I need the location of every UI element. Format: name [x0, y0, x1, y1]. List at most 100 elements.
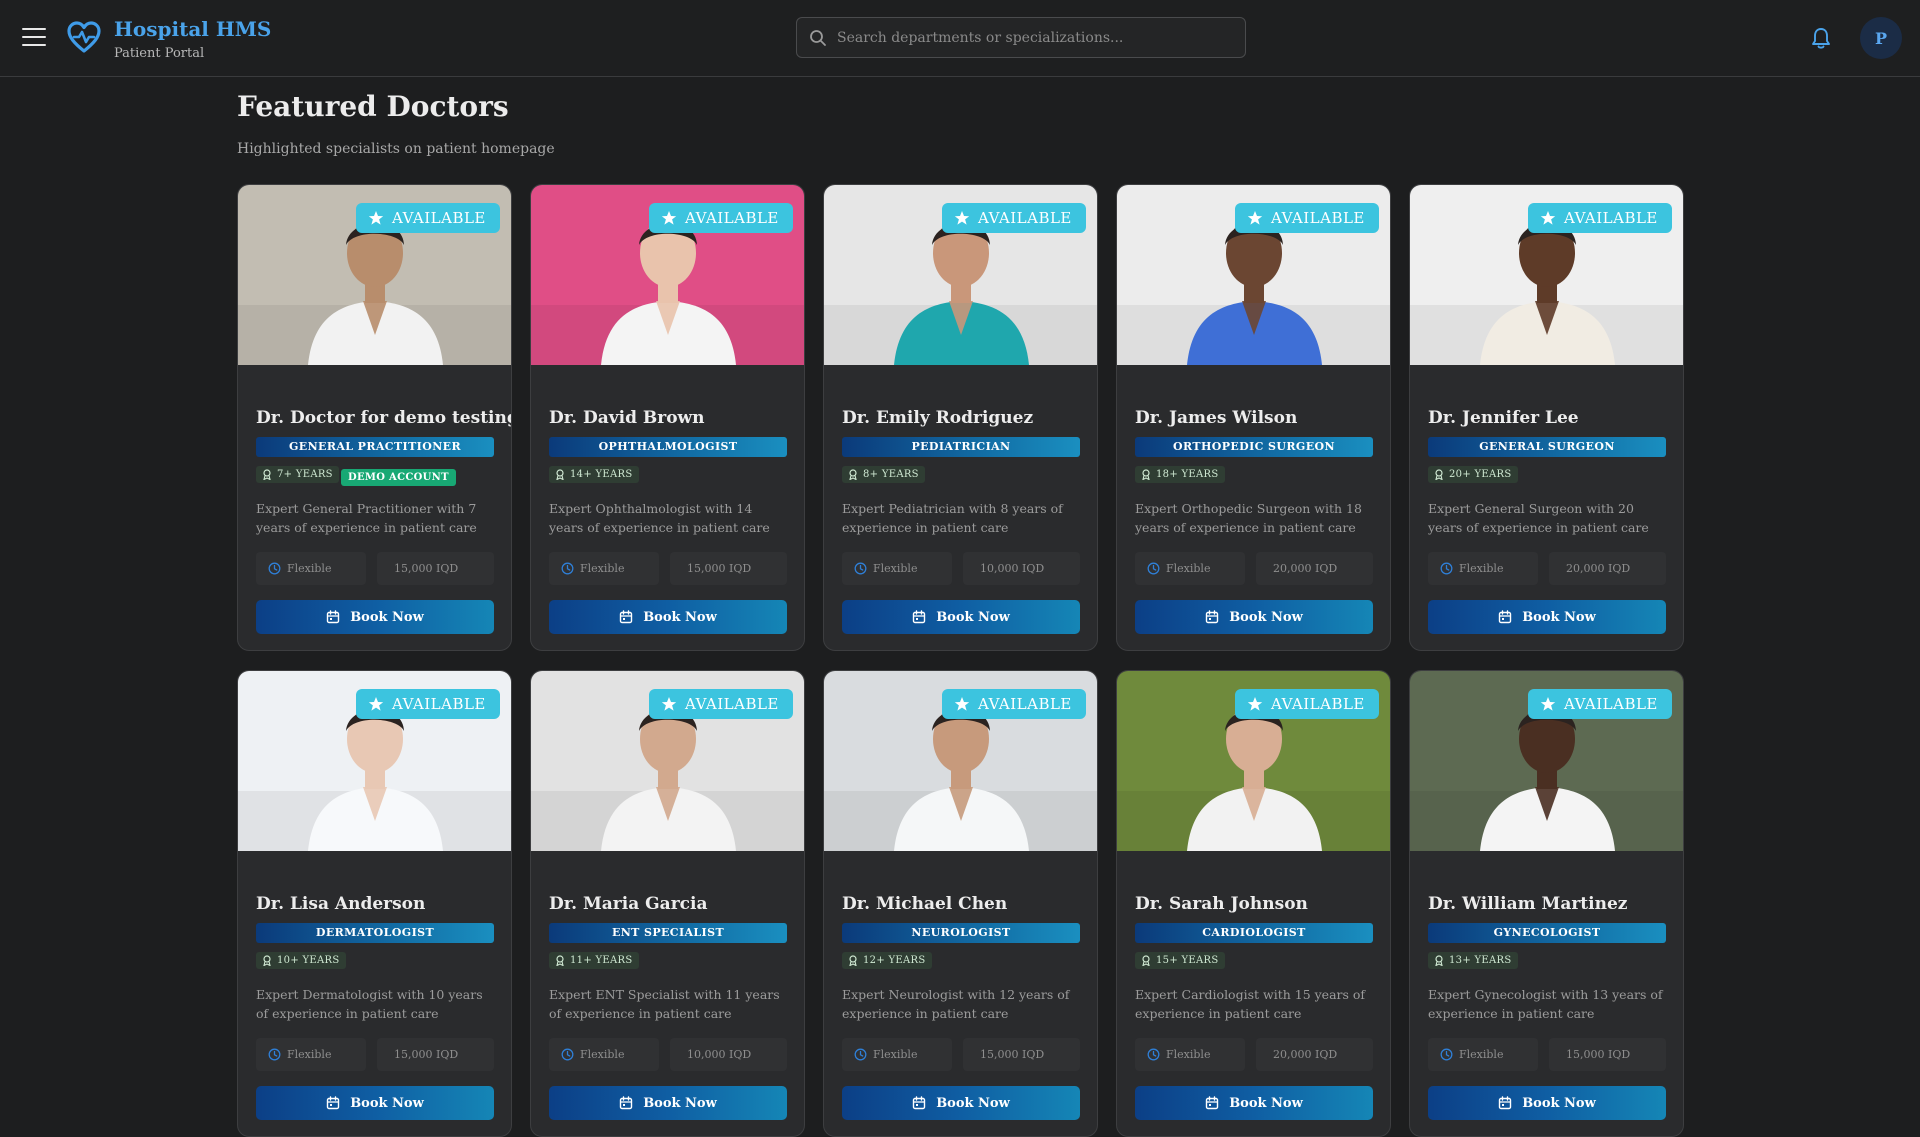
book-now-button[interactable]: Book Now [1428, 600, 1666, 634]
book-now-button[interactable]: Book Now [842, 1086, 1080, 1120]
award-icon [849, 955, 857, 966]
book-now-button[interactable]: Book Now [256, 600, 494, 634]
doctor-card[interactable]: AVAILABLE Dr. David Brown OPHTHALMOLOGIS… [530, 184, 805, 651]
clock-icon [854, 562, 867, 575]
top-bar: Hospital HMS Patient Portal P [0, 0, 1920, 77]
star-icon [954, 697, 970, 711]
doctor-card[interactable]: AVAILABLE Dr. Doctor for demo testing GE… [237, 184, 512, 651]
book-now-button[interactable]: Book Now [549, 600, 787, 634]
available-label: AVAILABLE [1271, 209, 1365, 227]
experience-text: 14+ YEARS [570, 469, 633, 480]
specialty-badge: NEUROLOGIST [842, 923, 1080, 943]
schedule-chip: Flexible [842, 1038, 952, 1071]
available-badge: AVAILABLE [356, 689, 500, 719]
doctor-name: Dr. Doctor for demo testing [256, 408, 512, 428]
book-now-label: Book Now [1522, 609, 1596, 625]
schedule-text: Flexible [1459, 562, 1504, 575]
doctor-description: Expert ENT Specialist with 11 years of e… [549, 987, 780, 1021]
book-now-button[interactable]: Book Now [549, 1086, 787, 1120]
doctor-name: Dr. Michael Chen [842, 894, 1008, 914]
calendar-icon [619, 1096, 633, 1110]
experience-badge: 15+ YEARS [1135, 952, 1225, 969]
available-badge: AVAILABLE [1235, 203, 1379, 233]
schedule-chip: Flexible [1135, 1038, 1245, 1071]
book-now-label: Book Now [350, 1095, 424, 1111]
award-icon [263, 955, 271, 966]
schedule-chip: Flexible [842, 552, 952, 585]
available-label: AVAILABLE [685, 695, 779, 713]
doctor-card[interactable]: AVAILABLE Dr. Emily Rodriguez PEDIATRICI… [823, 184, 1098, 651]
schedule-chip: Flexible [549, 1038, 659, 1071]
schedule-text: Flexible [287, 1048, 332, 1061]
schedule-chip: Flexible [1135, 552, 1245, 585]
fee-text: 20,000 IQD [1273, 1048, 1338, 1061]
fee-chip: 15,000 IQD [377, 1038, 494, 1071]
book-now-label: Book Now [1522, 1095, 1596, 1111]
specialty-badge: GENERAL PRACTITIONER [256, 437, 494, 457]
available-badge: AVAILABLE [649, 689, 793, 719]
clock-icon [854, 1048, 867, 1061]
user-avatar[interactable]: P [1860, 17, 1902, 59]
available-label: AVAILABLE [1564, 209, 1658, 227]
available-badge: AVAILABLE [1528, 689, 1672, 719]
experience-badge: 11+ YEARS [549, 952, 639, 969]
schedule-chip: Flexible [256, 552, 366, 585]
schedule-text: Flexible [1166, 1048, 1211, 1061]
schedule-text: Flexible [580, 562, 625, 575]
specialty-badge: GENERAL SURGEON [1428, 437, 1666, 457]
specialty-badge: ORTHOPEDIC SURGEON [1135, 437, 1373, 457]
book-now-button[interactable]: Book Now [1135, 600, 1373, 634]
schedule-chip: Flexible [256, 1038, 366, 1071]
award-icon [1142, 955, 1150, 966]
search-input[interactable] [837, 18, 1237, 57]
star-icon [1247, 211, 1263, 225]
experience-badge: 7+ YEARS [256, 466, 339, 483]
experience-badge: 20+ YEARS [1428, 466, 1518, 483]
clock-icon [1147, 562, 1160, 575]
fee-text: 15,000 IQD [1566, 1048, 1631, 1061]
available-label: AVAILABLE [1564, 695, 1658, 713]
doctor-name: Dr. Sarah Johnson [1135, 894, 1308, 914]
clock-icon [561, 1048, 574, 1061]
fee-text: 15,000 IQD [394, 1048, 459, 1061]
demo-account-badge: DEMO ACCOUNT [341, 469, 456, 486]
brand-title[interactable]: Hospital HMS [114, 17, 271, 41]
menu-icon[interactable] [22, 28, 46, 48]
available-label: AVAILABLE [1271, 695, 1365, 713]
book-now-button[interactable]: Book Now [842, 600, 1080, 634]
clock-icon [268, 1048, 281, 1061]
schedule-text: Flexible [1459, 1048, 1504, 1061]
star-icon [1247, 697, 1263, 711]
doctor-card[interactable]: AVAILABLE Dr. Jennifer Lee GENERAL SURGE… [1409, 184, 1684, 651]
search-icon [810, 30, 826, 46]
calendar-icon [326, 610, 340, 624]
star-icon [1540, 211, 1556, 225]
experience-text: 20+ YEARS [1449, 469, 1512, 480]
fee-chip: 15,000 IQD [377, 552, 494, 585]
available-badge: AVAILABLE [1235, 689, 1379, 719]
doctor-card[interactable]: AVAILABLE Dr. James Wilson ORTHOPEDIC SU… [1116, 184, 1391, 651]
fee-chip: 20,000 IQD [1549, 552, 1666, 585]
experience-text: 15+ YEARS [1156, 955, 1219, 966]
experience-badge: 14+ YEARS [549, 466, 639, 483]
book-now-button[interactable]: Book Now [1135, 1086, 1373, 1120]
experience-text: 12+ YEARS [863, 955, 926, 966]
experience-badge: 13+ YEARS [1428, 952, 1518, 969]
doctor-description: Expert Gynecologist with 13 years of exp… [1428, 987, 1663, 1021]
bell-icon[interactable] [1810, 26, 1832, 50]
star-icon [1540, 697, 1556, 711]
available-badge: AVAILABLE [1528, 203, 1672, 233]
fee-text: 10,000 IQD [687, 1048, 752, 1061]
clock-icon [1440, 562, 1453, 575]
doctor-name: Dr. Emily Rodriguez [842, 408, 1034, 428]
star-icon [661, 697, 677, 711]
book-now-button[interactable]: Book Now [1428, 1086, 1666, 1120]
book-now-button[interactable]: Book Now [256, 1086, 494, 1120]
doctor-name: Dr. David Brown [549, 408, 705, 428]
brand-subtitle: Patient Portal [114, 46, 205, 61]
experience-text: 11+ YEARS [570, 955, 633, 966]
schedule-text: Flexible [873, 1048, 918, 1061]
doctor-name: Dr. James Wilson [1135, 408, 1298, 428]
specialty-badge: OPHTHALMOLOGIST [549, 437, 787, 457]
doctor-name: Dr. Lisa Anderson [256, 894, 426, 914]
